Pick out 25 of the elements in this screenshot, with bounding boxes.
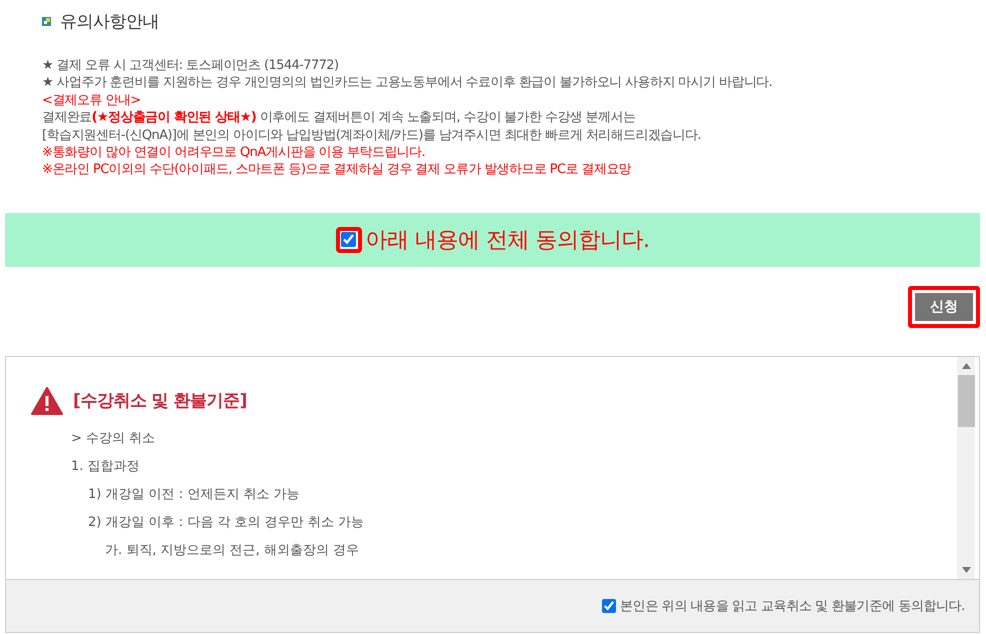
policy-title: [수강취소 및 환불기준] (73, 390, 247, 412)
notice-text: ★ 사업주가 훈련비를 지원하는 경우 개인명의의 법인카드는 고용노동부에서 수료이후 환급이 불가하오니 사용하지 마시기 바랍니다. (42, 74, 774, 92)
policy-text: > 수강의 취소 (70, 430, 156, 448)
bullet-icon (42, 16, 51, 26)
notice-text: ★ 결제 오류 시 고객센터: 토스페이먼츠 (1544-7772) (42, 57, 340, 74)
notice-text: ※온라인 PC이외의 수단(아이패드, 스마트폰 등)으로 결제하실 경우 결제 오류가 발생하므로 PC로 결제요망 (42, 161, 632, 179)
agree-all-checkbox[interactable] (336, 226, 362, 253)
agree-all-label: 아래 내용에 전체 동의합니다. (366, 226, 650, 255)
scroll-down-icon[interactable] (962, 566, 970, 573)
notice-text: 결제완료(★정상출금이 확인된 상태★) 이후에도 결제버튼이 계속 노출되며, 수강이 불가한 수강생 분께서는 (42, 109, 636, 127)
notice-text: [학습지원센터-(신QnA)]에 본인의 아이디와 납입방법(계좌이체/카드)를 남겨주시면 최대한 빠르게 처리해드리겠습니다. (42, 126, 702, 144)
section-title: 유의사항안내 (60, 10, 159, 32)
notice-text: <결제오류 안내> (42, 92, 142, 110)
policy-text: 1) 개강일 이전 : 언제든지 취소 가능 (87, 486, 301, 504)
consent-checkbox[interactable] (602, 598, 616, 613)
scroll-up-icon[interactable] (962, 362, 970, 369)
scrollbar[interactable] (957, 356, 975, 579)
warning-icon (31, 386, 63, 415)
notice-text: ※통화량이 많아 연결이 어려우므로 QnA게시판을 이용 부탁드립니다. (42, 144, 426, 162)
apply-button[interactable]: 신청 (915, 292, 973, 321)
consent-label: 본인은 위의 내용을 읽고 교육취소 및 환불기준에 동의합니다. (620, 598, 965, 615)
policy-text: 1. 집합과정 (70, 458, 141, 476)
policy-text: 2) 개강일 이후 : 다음 각 호의 경우만 취소 가능 (87, 514, 365, 532)
scroll-thumb[interactable] (958, 374, 974, 427)
policy-text: 가. 퇴직, 지방으로의 전근, 해외출장의 경우 (104, 542, 360, 560)
